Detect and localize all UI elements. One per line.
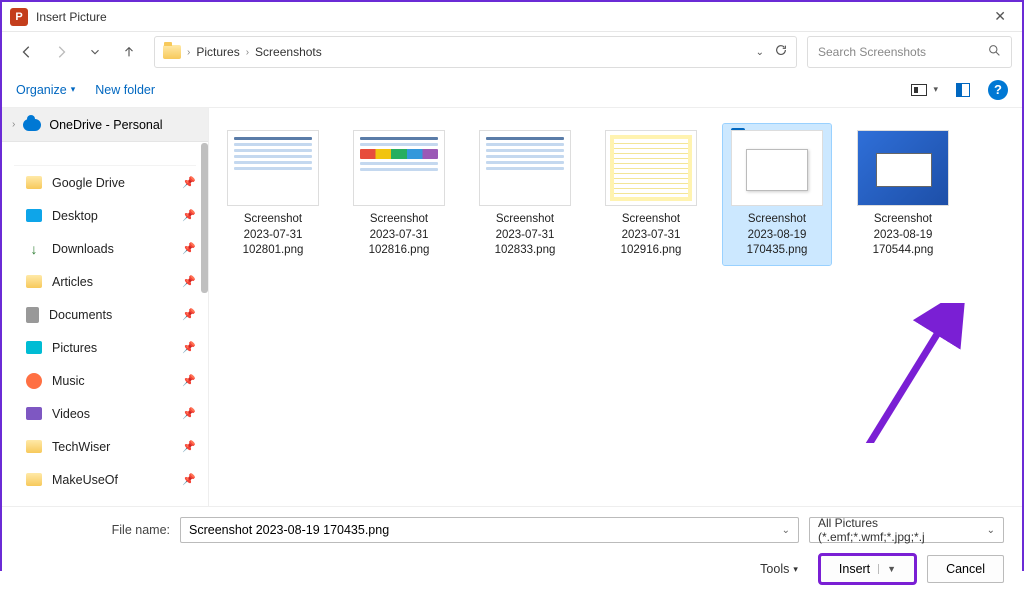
up-button[interactable] bbox=[114, 37, 144, 67]
title-bar: P Insert Picture ✕ bbox=[2, 2, 1022, 32]
help-button[interactable]: ? bbox=[988, 80, 1008, 100]
folder-icon bbox=[163, 45, 181, 59]
file-name: Screenshot2023-07-31102816.png bbox=[369, 212, 430, 259]
sidebar-item-label: OneDrive - Personal bbox=[49, 118, 162, 132]
breadcrumb-pictures[interactable]: Pictures bbox=[196, 45, 239, 59]
pin-icon: 📌 bbox=[182, 473, 196, 486]
address-dropdown[interactable]: ⌄ bbox=[756, 47, 764, 58]
sidebar-item-google-drive[interactable]: Google Drive 📌 bbox=[2, 166, 208, 199]
sidebar-item-label: Downloads bbox=[52, 242, 114, 256]
window-title: Insert Picture bbox=[36, 10, 986, 24]
onedrive-icon bbox=[23, 119, 41, 131]
sidebar-item-videos[interactable]: Videos 📌 bbox=[2, 397, 208, 430]
toolbar: Organize▾ New folder ▾ ? bbox=[2, 72, 1022, 108]
file-grid[interactable]: Screenshot2023-07-31102801.png Screenshot… bbox=[209, 108, 1022, 506]
file-item[interactable]: Screenshot2023-08-19170544.png bbox=[849, 124, 957, 265]
sidebar-item-label: Documents bbox=[49, 308, 112, 322]
insert-dropdown[interactable]: ▼ bbox=[878, 564, 896, 574]
refresh-button[interactable] bbox=[774, 43, 788, 62]
organize-button[interactable]: Organize▾ bbox=[16, 83, 75, 97]
sidebar-item-desktop[interactable]: Desktop 📌 bbox=[2, 199, 208, 232]
pin-icon: 📌 bbox=[182, 440, 196, 453]
annotation-arrow bbox=[769, 303, 969, 443]
sidebar-item-label: Google Drive bbox=[52, 176, 125, 190]
forward-button[interactable] bbox=[46, 37, 76, 67]
breadcrumb-screenshots[interactable]: Screenshots bbox=[255, 45, 322, 59]
file-item[interactable]: Screenshot2023-07-31102801.png bbox=[219, 124, 327, 265]
file-name: Screenshot2023-07-31102833.png bbox=[495, 212, 556, 259]
pin-icon: 📌 bbox=[182, 209, 196, 222]
powerpoint-icon: P bbox=[10, 8, 28, 26]
chevron-right-icon: › bbox=[246, 47, 249, 58]
sidebar-item-pictures[interactable]: Pictures 📌 bbox=[2, 331, 208, 364]
pin-icon: 📌 bbox=[182, 308, 196, 321]
sidebar-item-label: Pictures bbox=[52, 341, 97, 355]
file-name: Screenshot2023-08-19170544.png bbox=[873, 212, 934, 259]
pin-icon: 📌 bbox=[182, 374, 196, 387]
file-item[interactable]: Screenshot2023-07-31102916.png bbox=[597, 124, 705, 265]
sidebar-item-onedrive[interactable]: › OneDrive - Personal bbox=[2, 108, 208, 142]
back-button[interactable] bbox=[12, 37, 42, 67]
file-item[interactable]: ✓Screenshot2023-08-19170435.png bbox=[723, 124, 831, 265]
tools-button[interactable]: Tools▾ bbox=[760, 562, 798, 576]
layout-icon bbox=[911, 84, 927, 96]
file-item[interactable]: Screenshot2023-07-31102833.png bbox=[471, 124, 579, 265]
view-mode-button[interactable]: ▾ bbox=[911, 84, 938, 96]
insert-button[interactable]: Insert ▼ bbox=[820, 555, 915, 583]
file-name: Screenshot2023-07-31102916.png bbox=[621, 212, 682, 259]
sidebar-item-downloads[interactable]: ↓Downloads📌 bbox=[2, 232, 208, 265]
preview-pane-button[interactable] bbox=[956, 83, 970, 97]
sidebar-item-makeuseof[interactable]: MakeUseOf 📌 bbox=[2, 463, 208, 496]
sidebar-item-label: Videos bbox=[52, 407, 90, 421]
pin-icon: 📌 bbox=[182, 176, 196, 189]
address-bar[interactable]: › Pictures › Screenshots ⌄ bbox=[154, 36, 797, 68]
dialog-footer: File name: Screenshot 2023-08-19 170435.… bbox=[2, 506, 1022, 593]
filetype-select[interactable]: All Pictures (*.emf;*.wmf;*.jpg;*.j ⌄ bbox=[809, 517, 1004, 543]
filename-value: Screenshot 2023-08-19 170435.png bbox=[189, 523, 389, 537]
filename-label: File name: bbox=[20, 523, 170, 537]
pin-icon: 📌 bbox=[182, 242, 196, 255]
chevron-right-icon: › bbox=[12, 119, 15, 130]
sidebar-item-label: Desktop bbox=[52, 209, 98, 223]
pin-icon: 📌 bbox=[182, 407, 196, 420]
chevron-right-icon: › bbox=[187, 47, 190, 58]
pin-icon: 📌 bbox=[182, 275, 196, 288]
nav-bar: › Pictures › Screenshots ⌄ Search Screen… bbox=[2, 32, 1022, 72]
sidebar: › OneDrive - Personal Google Drive📌Deskt… bbox=[2, 108, 209, 506]
close-button[interactable]: ✕ bbox=[986, 4, 1014, 29]
sidebar-item-music[interactable]: Music 📌 bbox=[2, 364, 208, 397]
sidebar-scrollbar[interactable] bbox=[201, 143, 208, 293]
cancel-button[interactable]: Cancel bbox=[927, 555, 1004, 583]
search-icon bbox=[988, 44, 1001, 60]
filename-dropdown[interactable]: ⌄ bbox=[782, 525, 790, 536]
sidebar-item-documents[interactable]: Documents 📌 bbox=[2, 298, 208, 331]
file-name: Screenshot2023-07-31102801.png bbox=[243, 212, 304, 259]
sidebar-item-label: MakeUseOf bbox=[52, 473, 118, 487]
sidebar-item-articles[interactable]: Articles 📌 bbox=[2, 265, 208, 298]
sidebar-item-label: TechWiser bbox=[52, 440, 110, 454]
history-dropdown[interactable] bbox=[80, 37, 110, 67]
filetype-value: All Pictures (*.emf;*.wmf;*.jpg;*.j bbox=[818, 516, 987, 544]
search-input[interactable]: Search Screenshots bbox=[807, 36, 1012, 68]
file-name: Screenshot2023-08-19170435.png bbox=[747, 212, 808, 259]
sidebar-item-label: Music bbox=[52, 374, 85, 388]
file-item[interactable]: Screenshot2023-07-31102816.png bbox=[345, 124, 453, 265]
filename-input[interactable]: Screenshot 2023-08-19 170435.png ⌄ bbox=[180, 517, 799, 543]
pin-icon: 📌 bbox=[182, 341, 196, 354]
search-placeholder: Search Screenshots bbox=[818, 45, 926, 59]
sidebar-item-techwiser[interactable]: TechWiser 📌 bbox=[2, 430, 208, 463]
new-folder-button[interactable]: New folder bbox=[95, 83, 155, 97]
sidebar-item-label: Articles bbox=[52, 275, 93, 289]
